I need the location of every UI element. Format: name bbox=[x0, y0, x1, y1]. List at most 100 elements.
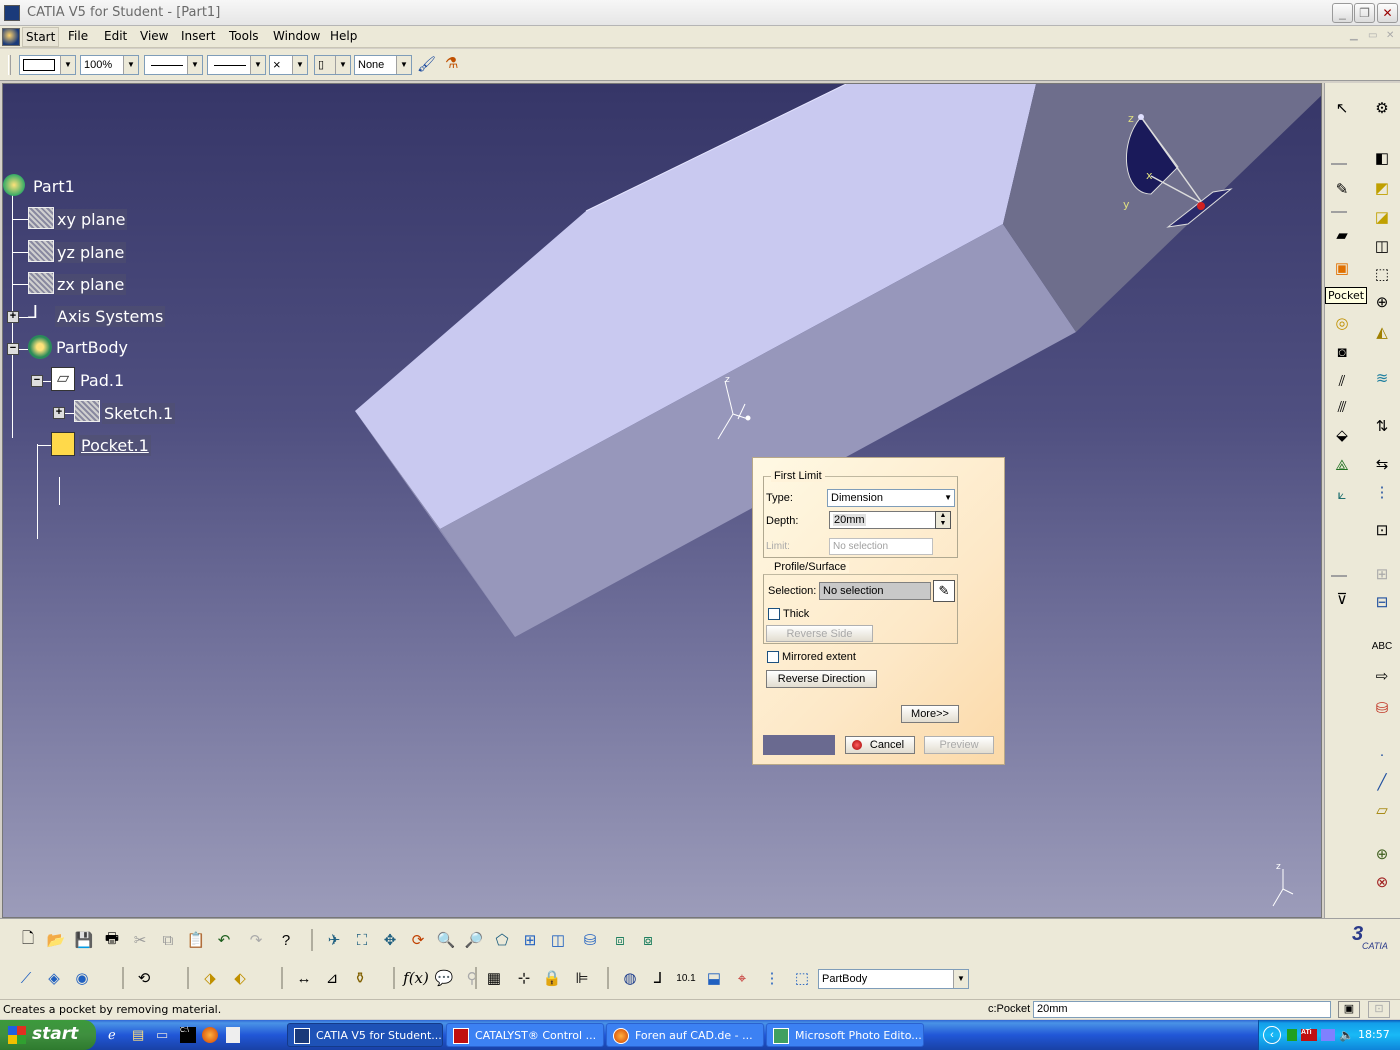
comment-icon[interactable]: 💬 bbox=[433, 967, 455, 989]
desktop-icon[interactable]: ▭ bbox=[156, 1027, 172, 1043]
filter-icon[interactable]: ⊽ bbox=[1331, 588, 1353, 610]
menu-start[interactable]: Start bbox=[22, 27, 60, 47]
cancel-button[interactable]: Cancel bbox=[845, 736, 915, 754]
swap-space-icon[interactable]: ⧇ bbox=[637, 929, 659, 951]
catia-app-icon[interactable] bbox=[4, 5, 20, 21]
explorer-folder-icon[interactable]: ▤ bbox=[132, 1027, 148, 1043]
hide-show-icon[interactable]: ⧈ bbox=[609, 929, 631, 951]
measure-icon[interactable]: ⊟ bbox=[1371, 591, 1393, 613]
type-select[interactable]: Dimension ▼ bbox=[827, 489, 955, 507]
power-input-clear-icon[interactable]: ▣ bbox=[1338, 1001, 1360, 1018]
point-type-combo[interactable]: × ▼ bbox=[269, 55, 308, 75]
body-gear-icon[interactable] bbox=[28, 335, 52, 359]
fit-all-icon[interactable]: ⛶ bbox=[351, 929, 373, 951]
menu-insert[interactable]: Insert bbox=[178, 29, 218, 43]
curvature-analysis-icon[interactable]: ◉ bbox=[71, 967, 93, 989]
menu-help[interactable]: Help bbox=[327, 29, 360, 43]
stop-command-icon[interactable]: ⊡ bbox=[1368, 1001, 1390, 1018]
settings-gear-icon[interactable]: ⚙ bbox=[1371, 97, 1393, 119]
sketch-analysis-icon[interactable]: ⟋ bbox=[15, 967, 37, 989]
line-thickness-combo[interactable]: ▼ bbox=[144, 55, 203, 75]
command-prompt-icon[interactable]: C:\ bbox=[180, 1027, 196, 1043]
measure-inertia-icon[interactable]: ⚱ bbox=[349, 967, 371, 989]
tree-pad1[interactable]: Pad.1 bbox=[80, 371, 124, 390]
power-input-field[interactable]: 20mm bbox=[1033, 1001, 1331, 1018]
rib-icon[interactable]: ⫽ bbox=[1331, 370, 1353, 392]
rule-icon[interactable]: ⚲ bbox=[461, 967, 483, 989]
constraint-icon[interactable]: ↔ bbox=[293, 967, 315, 989]
lock-icon[interactable]: 🔒 bbox=[541, 967, 563, 989]
paste-icon[interactable]: 📋 bbox=[185, 929, 207, 951]
plane-tool-icon[interactable]: ▱ bbox=[1371, 799, 1393, 821]
pad-icon[interactable]: ▱ bbox=[51, 367, 75, 391]
draft-icon[interactable]: ◪ bbox=[1371, 206, 1393, 228]
line-icon[interactable]: ╱ bbox=[1371, 771, 1393, 793]
redo-icon[interactable]: ↷ bbox=[245, 929, 267, 951]
sketcher-icon[interactable]: ✎ bbox=[1331, 178, 1353, 200]
tree-xy-plane[interactable]: xy plane bbox=[55, 209, 128, 230]
doc-restore-icon[interactable]: ▭ bbox=[1368, 30, 1377, 41]
zoom-out-icon[interactable]: 🔎 bbox=[463, 929, 485, 951]
draft-analysis-icon[interactable]: ◈ bbox=[43, 967, 65, 989]
whats-this-icon[interactable]: ? bbox=[275, 929, 297, 951]
tray-green-icon[interactable] bbox=[1287, 1029, 1297, 1041]
more-button[interactable]: More>> bbox=[901, 705, 959, 723]
open-file-icon[interactable]: 📂 bbox=[45, 929, 67, 951]
task-catia[interactable]: CATIA V5 for Student... bbox=[287, 1023, 443, 1047]
split-icon[interactable]: ◭ bbox=[1371, 321, 1393, 343]
undo-icon[interactable]: ↶ bbox=[213, 929, 235, 951]
current-body-combo[interactable]: PartBody ▼ bbox=[818, 969, 969, 989]
shading-icon[interactable]: ⛁ bbox=[579, 929, 601, 951]
expand-plus-icon[interactable]: + bbox=[53, 407, 65, 419]
apply-material-icon[interactable]: ⛁ bbox=[1371, 697, 1393, 719]
depth-input[interactable]: 20mm bbox=[829, 511, 937, 529]
pattern-icon[interactable]: ⋮ bbox=[1371, 481, 1393, 503]
mirror-icon[interactable]: ⇆ bbox=[1371, 453, 1393, 475]
multi-view-icon[interactable]: ⊞ bbox=[519, 929, 541, 951]
snap-to-point-icon[interactable]: ⌖ bbox=[731, 967, 753, 989]
plane-icon[interactable] bbox=[28, 207, 54, 229]
collapse-minus-icon[interactable]: − bbox=[7, 343, 19, 355]
design-table-icon[interactable]: ▦ bbox=[483, 967, 505, 989]
thread-icon[interactable]: ⊕ bbox=[1371, 291, 1393, 313]
plane-icon[interactable] bbox=[28, 240, 54, 262]
print-icon[interactable]: 🖶 bbox=[101, 929, 123, 951]
graphic-properties-icon[interactable]: ⚗ bbox=[445, 54, 467, 74]
menu-view[interactable]: View bbox=[137, 29, 171, 43]
tray-network-icon[interactable] bbox=[1321, 1029, 1335, 1041]
loft-icon[interactable]: ⟁ bbox=[1331, 454, 1353, 476]
thickness-icon[interactable]: ⬚ bbox=[1371, 263, 1393, 285]
task-catalyst[interactable]: CATALYST® Control ... bbox=[446, 1023, 604, 1047]
3d-viewport[interactable]: z z x y z Part1 xy plane yz plane zx pla… bbox=[2, 83, 1322, 918]
swap-visible-space-icon[interactable]: ◍ bbox=[619, 967, 641, 989]
start-button[interactable]: start bbox=[0, 1020, 96, 1050]
rotate-icon[interactable]: ⟳ bbox=[407, 929, 429, 951]
tray-volume-icon[interactable]: 🔈 bbox=[1339, 1028, 1354, 1042]
minimize-button[interactable]: _ bbox=[1332, 3, 1353, 23]
tree-partbody[interactable]: PartBody bbox=[56, 338, 128, 357]
axis-systems-icon[interactable]: ⅃ bbox=[28, 302, 54, 328]
iso-view-icon[interactable]: ◫ bbox=[547, 929, 569, 951]
new-file-icon[interactable]: 🗋 bbox=[17, 929, 39, 951]
tree-pocket1[interactable]: Pocket.1 bbox=[79, 435, 151, 456]
numeric-icon[interactable]: 10.1 bbox=[675, 967, 697, 989]
sketch-icon[interactable] bbox=[74, 400, 100, 422]
sketch-edit-button[interactable]: ✎ bbox=[933, 580, 955, 602]
zoom-in-icon[interactable]: 🔍 bbox=[435, 929, 457, 951]
task-firefox[interactable]: Foren auf CAD.de - ... bbox=[606, 1023, 764, 1047]
fly-mode-icon[interactable]: ✈ bbox=[323, 929, 345, 951]
point-icon[interactable]: · bbox=[1371, 743, 1393, 765]
menu-edit[interactable]: Edit bbox=[101, 29, 130, 43]
axis-system-tool-icon[interactable]: ⅃ bbox=[647, 967, 669, 989]
update-icon[interactable]: ⟲ bbox=[133, 967, 155, 989]
doc-minimize-icon[interactable]: ▁ bbox=[1350, 30, 1358, 41]
selection-field[interactable]: No selection bbox=[819, 582, 931, 600]
slot-icon[interactable]: ⫻ bbox=[1331, 396, 1353, 418]
formula-icon[interactable]: f(x) bbox=[403, 967, 429, 989]
thick-surface-icon[interactable]: ≋ bbox=[1371, 367, 1393, 389]
doc-close-icon[interactable]: ✕ bbox=[1386, 30, 1394, 41]
tray-expand-icon[interactable]: ‹ bbox=[1263, 1026, 1281, 1044]
create-datum-icon[interactable]: ⬗ bbox=[199, 967, 221, 989]
menu-tools[interactable]: Tools bbox=[226, 29, 262, 43]
toolbar-grip[interactable] bbox=[8, 55, 11, 75]
